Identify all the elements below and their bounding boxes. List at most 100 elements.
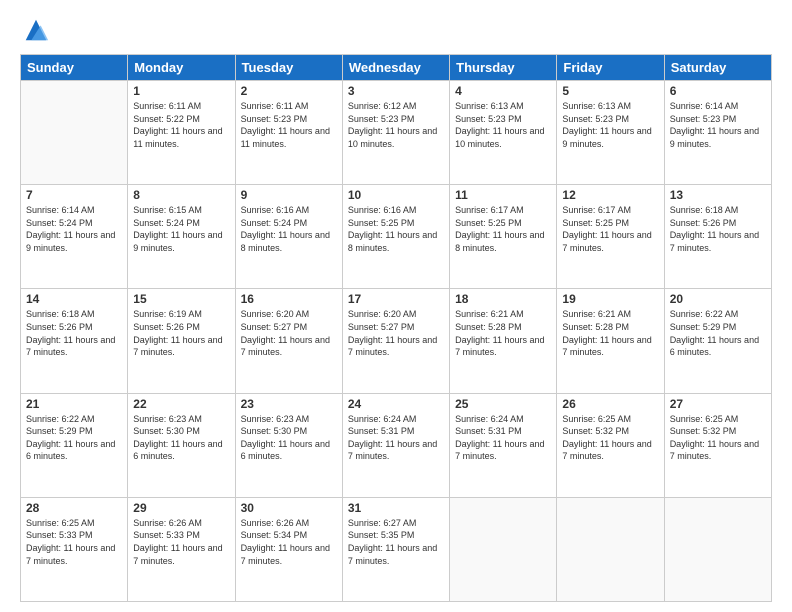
day-number: 20 xyxy=(670,292,766,306)
day-number: 22 xyxy=(133,397,229,411)
day-number: 16 xyxy=(241,292,337,306)
day-info: Sunrise: 6:26 AM Sunset: 5:34 PM Dayligh… xyxy=(241,517,337,567)
calendar-cell: 29 Sunrise: 6:26 AM Sunset: 5:33 PM Dayl… xyxy=(128,497,235,601)
day-number: 31 xyxy=(348,501,444,515)
day-info: Sunrise: 6:25 AM Sunset: 5:32 PM Dayligh… xyxy=(562,413,658,463)
day-number: 13 xyxy=(670,188,766,202)
day-info: Sunrise: 6:11 AM Sunset: 5:23 PM Dayligh… xyxy=(241,100,337,150)
day-info: Sunrise: 6:11 AM Sunset: 5:22 PM Dayligh… xyxy=(133,100,229,150)
calendar-cell xyxy=(557,497,664,601)
calendar-cell: 10 Sunrise: 6:16 AM Sunset: 5:25 PM Dayl… xyxy=(342,185,449,289)
calendar-cell xyxy=(450,497,557,601)
calendar-cell: 22 Sunrise: 6:23 AM Sunset: 5:30 PM Dayl… xyxy=(128,393,235,497)
day-info: Sunrise: 6:27 AM Sunset: 5:35 PM Dayligh… xyxy=(348,517,444,567)
day-info: Sunrise: 6:20 AM Sunset: 5:27 PM Dayligh… xyxy=(241,308,337,358)
calendar-cell: 3 Sunrise: 6:12 AM Sunset: 5:23 PM Dayli… xyxy=(342,81,449,185)
day-number: 2 xyxy=(241,84,337,98)
day-number: 17 xyxy=(348,292,444,306)
day-number: 28 xyxy=(26,501,122,515)
day-header-sunday: Sunday xyxy=(21,55,128,81)
day-info: Sunrise: 6:21 AM Sunset: 5:28 PM Dayligh… xyxy=(562,308,658,358)
calendar-cell: 2 Sunrise: 6:11 AM Sunset: 5:23 PM Dayli… xyxy=(235,81,342,185)
day-number: 11 xyxy=(455,188,551,202)
day-info: Sunrise: 6:13 AM Sunset: 5:23 PM Dayligh… xyxy=(562,100,658,150)
calendar-cell: 31 Sunrise: 6:27 AM Sunset: 5:35 PM Dayl… xyxy=(342,497,449,601)
calendar-table: SundayMondayTuesdayWednesdayThursdayFrid… xyxy=(20,54,772,602)
week-row-2: 14 Sunrise: 6:18 AM Sunset: 5:26 PM Dayl… xyxy=(21,289,772,393)
day-number: 5 xyxy=(562,84,658,98)
day-info: Sunrise: 6:22 AM Sunset: 5:29 PM Dayligh… xyxy=(26,413,122,463)
calendar-cell: 30 Sunrise: 6:26 AM Sunset: 5:34 PM Dayl… xyxy=(235,497,342,601)
day-number: 24 xyxy=(348,397,444,411)
calendar-cell: 15 Sunrise: 6:19 AM Sunset: 5:26 PM Dayl… xyxy=(128,289,235,393)
day-number: 7 xyxy=(26,188,122,202)
day-number: 6 xyxy=(670,84,766,98)
day-info: Sunrise: 6:26 AM Sunset: 5:33 PM Dayligh… xyxy=(133,517,229,567)
day-info: Sunrise: 6:16 AM Sunset: 5:25 PM Dayligh… xyxy=(348,204,444,254)
day-header-wednesday: Wednesday xyxy=(342,55,449,81)
calendar-cell: 27 Sunrise: 6:25 AM Sunset: 5:32 PM Dayl… xyxy=(664,393,771,497)
day-number: 12 xyxy=(562,188,658,202)
calendar-cell: 26 Sunrise: 6:25 AM Sunset: 5:32 PM Dayl… xyxy=(557,393,664,497)
calendar-cell: 18 Sunrise: 6:21 AM Sunset: 5:28 PM Dayl… xyxy=(450,289,557,393)
day-number: 26 xyxy=(562,397,658,411)
day-info: Sunrise: 6:24 AM Sunset: 5:31 PM Dayligh… xyxy=(348,413,444,463)
week-row-0: 1 Sunrise: 6:11 AM Sunset: 5:22 PM Dayli… xyxy=(21,81,772,185)
calendar-body: 1 Sunrise: 6:11 AM Sunset: 5:22 PM Dayli… xyxy=(21,81,772,602)
day-header-saturday: Saturday xyxy=(664,55,771,81)
week-row-3: 21 Sunrise: 6:22 AM Sunset: 5:29 PM Dayl… xyxy=(21,393,772,497)
day-info: Sunrise: 6:15 AM Sunset: 5:24 PM Dayligh… xyxy=(133,204,229,254)
day-info: Sunrise: 6:14 AM Sunset: 5:23 PM Dayligh… xyxy=(670,100,766,150)
day-number: 15 xyxy=(133,292,229,306)
day-number: 18 xyxy=(455,292,551,306)
day-info: Sunrise: 6:21 AM Sunset: 5:28 PM Dayligh… xyxy=(455,308,551,358)
calendar-cell xyxy=(664,497,771,601)
day-info: Sunrise: 6:24 AM Sunset: 5:31 PM Dayligh… xyxy=(455,413,551,463)
day-info: Sunrise: 6:19 AM Sunset: 5:26 PM Dayligh… xyxy=(133,308,229,358)
day-number: 21 xyxy=(26,397,122,411)
header-row: SundayMondayTuesdayWednesdayThursdayFrid… xyxy=(21,55,772,81)
day-info: Sunrise: 6:22 AM Sunset: 5:29 PM Dayligh… xyxy=(670,308,766,358)
day-info: Sunrise: 6:17 AM Sunset: 5:25 PM Dayligh… xyxy=(455,204,551,254)
calendar-cell: 16 Sunrise: 6:20 AM Sunset: 5:27 PM Dayl… xyxy=(235,289,342,393)
calendar-cell: 1 Sunrise: 6:11 AM Sunset: 5:22 PM Dayli… xyxy=(128,81,235,185)
day-number: 14 xyxy=(26,292,122,306)
day-info: Sunrise: 6:13 AM Sunset: 5:23 PM Dayligh… xyxy=(455,100,551,150)
calendar-cell: 6 Sunrise: 6:14 AM Sunset: 5:23 PM Dayli… xyxy=(664,81,771,185)
calendar-cell: 12 Sunrise: 6:17 AM Sunset: 5:25 PM Dayl… xyxy=(557,185,664,289)
day-info: Sunrise: 6:18 AM Sunset: 5:26 PM Dayligh… xyxy=(26,308,122,358)
day-number: 1 xyxy=(133,84,229,98)
day-number: 19 xyxy=(562,292,658,306)
calendar-cell: 25 Sunrise: 6:24 AM Sunset: 5:31 PM Dayl… xyxy=(450,393,557,497)
calendar-cell: 13 Sunrise: 6:18 AM Sunset: 5:26 PM Dayl… xyxy=(664,185,771,289)
day-header-monday: Monday xyxy=(128,55,235,81)
week-row-4: 28 Sunrise: 6:25 AM Sunset: 5:33 PM Dayl… xyxy=(21,497,772,601)
day-number: 8 xyxy=(133,188,229,202)
calendar-cell: 17 Sunrise: 6:20 AM Sunset: 5:27 PM Dayl… xyxy=(342,289,449,393)
day-info: Sunrise: 6:16 AM Sunset: 5:24 PM Dayligh… xyxy=(241,204,337,254)
week-row-1: 7 Sunrise: 6:14 AM Sunset: 5:24 PM Dayli… xyxy=(21,185,772,289)
header xyxy=(20,16,772,44)
calendar-cell: 7 Sunrise: 6:14 AM Sunset: 5:24 PM Dayli… xyxy=(21,185,128,289)
day-number: 23 xyxy=(241,397,337,411)
day-header-tuesday: Tuesday xyxy=(235,55,342,81)
logo xyxy=(20,16,50,44)
calendar-cell xyxy=(21,81,128,185)
day-number: 29 xyxy=(133,501,229,515)
page: SundayMondayTuesdayWednesdayThursdayFrid… xyxy=(0,0,792,612)
day-header-friday: Friday xyxy=(557,55,664,81)
day-number: 3 xyxy=(348,84,444,98)
calendar-cell: 11 Sunrise: 6:17 AM Sunset: 5:25 PM Dayl… xyxy=(450,185,557,289)
day-number: 4 xyxy=(455,84,551,98)
calendar-cell: 19 Sunrise: 6:21 AM Sunset: 5:28 PM Dayl… xyxy=(557,289,664,393)
day-info: Sunrise: 6:23 AM Sunset: 5:30 PM Dayligh… xyxy=(241,413,337,463)
calendar-header: SundayMondayTuesdayWednesdayThursdayFrid… xyxy=(21,55,772,81)
day-info: Sunrise: 6:18 AM Sunset: 5:26 PM Dayligh… xyxy=(670,204,766,254)
day-number: 9 xyxy=(241,188,337,202)
calendar-cell: 8 Sunrise: 6:15 AM Sunset: 5:24 PM Dayli… xyxy=(128,185,235,289)
logo-icon xyxy=(22,16,50,44)
day-number: 30 xyxy=(241,501,337,515)
day-info: Sunrise: 6:20 AM Sunset: 5:27 PM Dayligh… xyxy=(348,308,444,358)
day-info: Sunrise: 6:23 AM Sunset: 5:30 PM Dayligh… xyxy=(133,413,229,463)
day-info: Sunrise: 6:12 AM Sunset: 5:23 PM Dayligh… xyxy=(348,100,444,150)
